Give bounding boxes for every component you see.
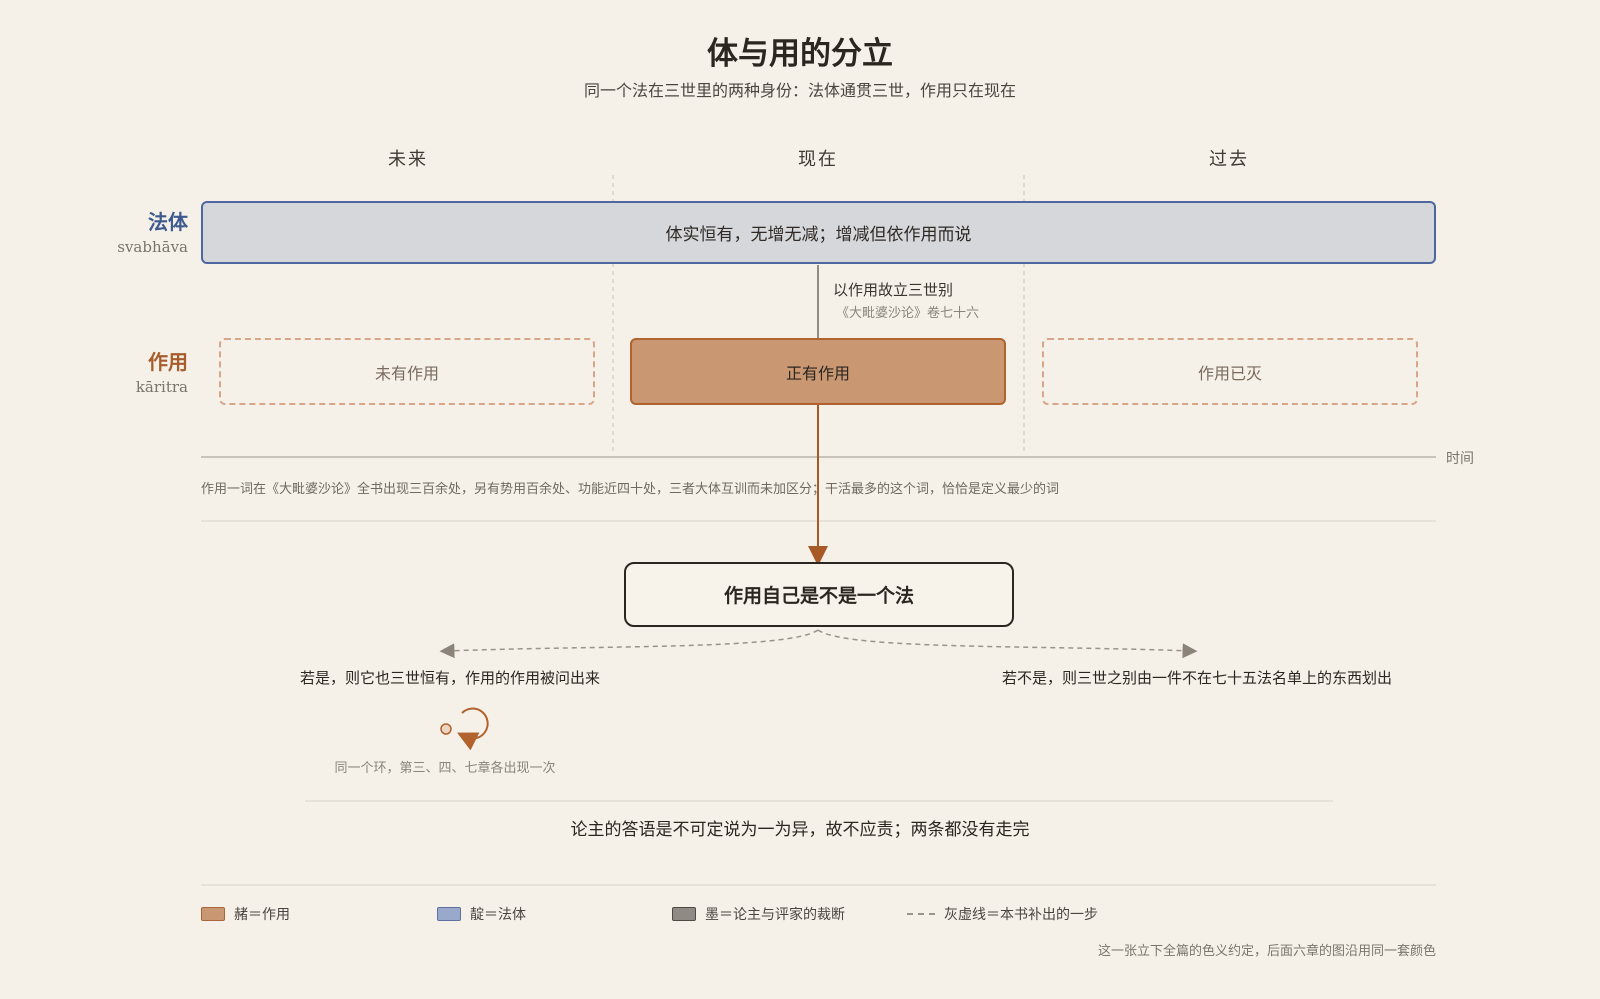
footer-note: 这一张立下全篇的色义约定，后面六章的图沿用同一套颜色 (1097, 944, 1436, 959)
link-citation: 《大毗婆沙论》卷七十六 (836, 306, 980, 321)
karitra-present-box: 正有作用 (630, 338, 1006, 405)
indigo-swatch-icon (437, 907, 461, 921)
karitra-label-en: kāritra (135, 378, 188, 396)
ink-swatch-icon (672, 907, 696, 921)
usage-note: 作用一词在《大毗婆沙论》全书出现三百余处，另有势用百余处、功能近四十处，三者大体… (201, 482, 1060, 497)
time-axis-label: 时间 (1446, 451, 1474, 467)
page-title: 体与用的分立 (707, 36, 893, 72)
period-past: 过去 (1209, 149, 1249, 170)
svabhava-bar: 体实恒有，无增无减；增减但依作用而说 (201, 201, 1436, 264)
ochre-swatch-icon (201, 907, 225, 921)
svabhava-label-zh: 法体 (148, 210, 188, 234)
svabhava-label-en: svabhāva (117, 238, 188, 256)
link-note: 以作用故立三世别 (833, 281, 954, 299)
loop-icon (457, 707, 489, 751)
loop-note: 同一个环，第三、四、七章各出现一次 (334, 761, 556, 776)
karitra-past-box: 作用已灭 (1042, 338, 1418, 405)
loop-start-dot (440, 723, 452, 735)
legend-label: 墨＝论主与评家的裁断 (705, 907, 845, 923)
karitra-future-box: 未有作用 (219, 338, 595, 405)
legend-item-dash: 灰虚线＝本书补出的一步 (907, 904, 1098, 924)
legend-label: 赭＝作用 (234, 907, 290, 923)
question-box: 作用自己是不是一个法 (624, 562, 1014, 627)
legend-item-indigo: 靛＝法体 (437, 904, 526, 924)
legend-item-ink: 墨＝论主与评家的裁断 (672, 904, 845, 924)
branch-left-arrow (439, 629, 819, 659)
dashed-line-icon (907, 913, 935, 915)
period-present: 现在 (798, 149, 838, 170)
period-future: 未来 (388, 149, 428, 170)
karitra-label-zh: 作用 (148, 350, 188, 374)
diagram-canvas: 体与用的分立 同一个法在三世里的两种身份：法体通贯三世，作用只在现在 未来 现在… (0, 0, 1600, 999)
branch-yes-text: 若是，则它也三世恒有，作用的作用被问出来 (299, 669, 600, 687)
page-subtitle: 同一个法在三世里的两种身份：法体通贯三世，作用只在现在 (583, 81, 1016, 100)
branch-right-arrow (817, 629, 1198, 659)
legend-item-ochre: 赭＝作用 (201, 904, 290, 924)
svabhava-row-label: 法体 svabhāva (48, 206, 188, 256)
karitra-row-label: 作用 kāritra (48, 346, 188, 396)
legend-label: 灰虚线＝本书补出的一步 (944, 907, 1098, 923)
conclusion-text: 论主的答语是不可定说为一为异，故不应责；两条都没有走完 (570, 820, 1030, 840)
branch-no-text: 若不是，则三世之别由一件不在七十五法名单上的东西划出 (1001, 669, 1392, 687)
legend-label: 靛＝法体 (470, 907, 526, 923)
